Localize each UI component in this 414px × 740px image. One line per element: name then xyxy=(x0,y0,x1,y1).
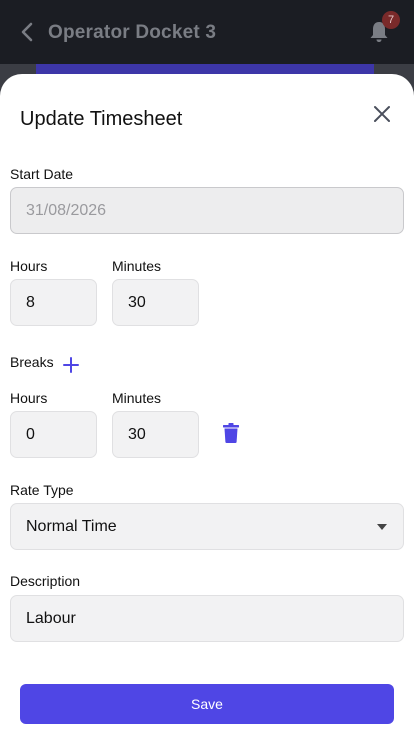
hours-value: 8 xyxy=(26,293,35,311)
description-input[interactable]: Labour xyxy=(10,595,404,642)
add-break-button[interactable] xyxy=(62,356,80,374)
caret-down-icon xyxy=(377,524,387,530)
notification-badge: 7 xyxy=(382,11,400,29)
description-value: Labour xyxy=(26,609,76,627)
rate-type-select[interactable]: Normal Time xyxy=(10,503,404,550)
plus-icon xyxy=(63,357,79,373)
rate-type-label: Rate Type xyxy=(10,482,74,498)
start-date-field[interactable]: 31/08/2026 xyxy=(10,187,404,234)
break-minutes-input[interactable]: 30 xyxy=(112,411,199,458)
close-icon xyxy=(374,106,390,122)
back-button[interactable] xyxy=(16,20,40,44)
start-date-value: 31/08/2026 xyxy=(26,201,107,219)
update-timesheet-sheet: Update Timesheet Start Date 31/08/2026 H… xyxy=(0,74,414,740)
break-minutes-label: Minutes xyxy=(112,390,162,406)
break-hours-label: Hours xyxy=(10,390,48,406)
hours-label: Hours xyxy=(10,258,48,274)
rate-type-value: Normal Time xyxy=(26,517,117,535)
minutes-input[interactable]: 30 xyxy=(112,279,199,326)
top-app-bar: Operator Docket 3 7 xyxy=(0,0,414,66)
hours-input[interactable]: 8 xyxy=(10,279,97,326)
sheet-title: Update Timesheet xyxy=(20,108,183,130)
breaks-label: Breaks xyxy=(10,354,54,370)
save-button[interactable]: Save xyxy=(20,684,394,724)
minutes-value: 30 xyxy=(128,293,146,311)
close-button[interactable] xyxy=(372,104,392,124)
trash-icon xyxy=(223,423,239,443)
break-hours-input[interactable]: 0 xyxy=(10,411,97,458)
description-label: Description xyxy=(10,573,81,589)
minutes-label: Minutes xyxy=(112,258,162,274)
chevron-left-icon xyxy=(21,22,33,42)
start-date-label: Start Date xyxy=(10,166,74,182)
break-hours-value: 0 xyxy=(26,425,35,443)
break-minutes-value: 30 xyxy=(128,425,146,443)
page-title: Operator Docket 3 xyxy=(48,22,217,43)
delete-break-button[interactable] xyxy=(222,423,240,443)
